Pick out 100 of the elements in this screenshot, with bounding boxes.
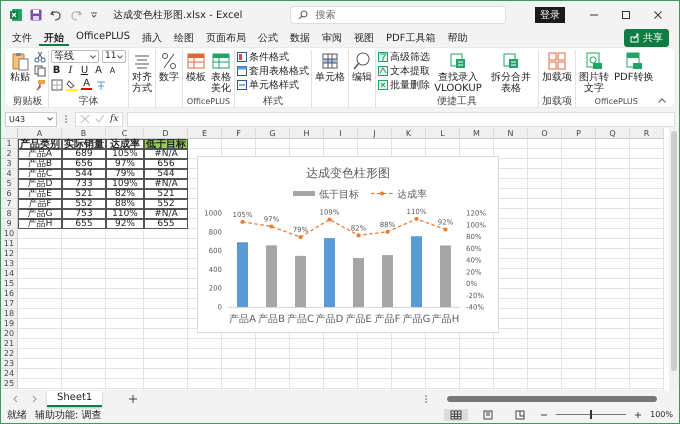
- collapse-ribbon-icon[interactable]: [658, 98, 666, 103]
- tool-menu-button[interactable]: 高级筛选: [378, 50, 430, 63]
- row-header[interactable]: 6: [1, 189, 18, 199]
- tool-button[interactable]: 拆分合并表格: [486, 50, 536, 95]
- borders-icon[interactable]: [51, 78, 63, 90]
- tool-button[interactable]: 查找录入 VLOOKUP: [433, 50, 483, 95]
- row-header[interactable]: 24: [1, 369, 18, 379]
- ribbon-tab[interactable]: 帮助: [442, 30, 472, 46]
- copy-icon[interactable]: [34, 65, 46, 77]
- column-header[interactable]: G: [256, 128, 290, 139]
- row-header[interactable]: 23: [1, 359, 18, 369]
- editing-button[interactable]: 编辑: [351, 50, 373, 84]
- row-header[interactable]: 19: [1, 319, 18, 329]
- ribbon-tab[interactable]: PDF工具箱: [380, 30, 440, 46]
- column-header[interactable]: C: [106, 128, 144, 139]
- ribbon-tab[interactable]: 视图: [348, 30, 379, 46]
- row-header[interactable]: 18: [1, 309, 18, 319]
- italic-button[interactable]: I: [65, 64, 76, 76]
- column-header[interactable]: P: [562, 128, 596, 139]
- row-header[interactable]: 14: [1, 269, 18, 279]
- column-header[interactable]: D: [144, 128, 188, 139]
- row-header[interactable]: 1: [1, 139, 18, 149]
- undo-icon[interactable]: [49, 8, 63, 22]
- share-button[interactable]: 共享: [624, 28, 669, 46]
- accessibility-status[interactable]: 辅助功能: 调查: [35, 408, 102, 422]
- tool-menu-button[interactable]: 批量删除: [378, 78, 430, 91]
- style-menu-button[interactable]: 套用表格格式: [237, 64, 309, 77]
- row-header[interactable]: 3: [1, 159, 18, 169]
- insert-function-button[interactable]: fx: [110, 114, 118, 124]
- ribbon-tab[interactable]: 插入: [136, 30, 167, 46]
- column-header[interactable]: O: [528, 128, 562, 139]
- ribbon-tab[interactable]: 文件: [7, 30, 37, 46]
- tool-menu-button[interactable]: 文本提取: [378, 64, 430, 77]
- row-header[interactable]: 22: [1, 349, 18, 359]
- column-header[interactable]: K: [392, 128, 426, 139]
- column-header[interactable]: M: [460, 128, 494, 139]
- search-field[interactable]: 搜索: [290, 6, 506, 24]
- column-header[interactable]: Q: [596, 128, 630, 139]
- officeplus-button[interactable]: 表格美化: [210, 50, 232, 95]
- column-header[interactable]: A: [18, 128, 62, 139]
- convert-button[interactable]: 图片转文字: [578, 50, 610, 95]
- ribbon-tab[interactable]: 开始: [39, 30, 69, 46]
- row-header[interactable]: 8: [1, 209, 18, 219]
- convert-button[interactable]: PDF转换: [613, 50, 654, 84]
- ribbon-tab[interactable]: 页面布局: [200, 30, 251, 46]
- formula-input[interactable]: [127, 112, 675, 126]
- row-header[interactable]: 16: [1, 289, 18, 299]
- column-header[interactable]: N: [494, 128, 528, 139]
- row-header[interactable]: 21: [1, 339, 18, 349]
- zoom-slider-thumb[interactable]: [590, 410, 592, 419]
- zoom-in-icon[interactable]: [634, 410, 642, 418]
- column-header[interactable]: F: [222, 128, 256, 139]
- row-header[interactable]: 13: [1, 259, 18, 269]
- scissors-icon[interactable]: [34, 51, 46, 63]
- normal-view-icon[interactable]: [444, 408, 468, 420]
- row-header[interactable]: 11: [1, 239, 18, 249]
- font-name-dropdown[interactable]: 等线: [51, 50, 99, 63]
- style-menu-button[interactable]: 单元格样式: [237, 78, 299, 91]
- addins-button[interactable]: 加载项: [541, 50, 573, 84]
- style-menu-button[interactable]: 条件格式: [237, 50, 289, 63]
- decrease-font-button[interactable]: A: [107, 64, 118, 76]
- row-header[interactable]: 4: [1, 169, 18, 179]
- ribbon-tab[interactable]: 审阅: [316, 30, 347, 46]
- officeplus-button[interactable]: 模板: [185, 50, 207, 84]
- name-box[interactable]: U43: [5, 112, 57, 126]
- row-header[interactable]: 9: [1, 219, 18, 229]
- font-size-dropdown[interactable]: 11: [102, 50, 126, 63]
- maximize-icon[interactable]: [621, 10, 631, 20]
- fill-color-icon[interactable]: [66, 78, 78, 90]
- vertical-scrollbar[interactable]: [669, 128, 679, 390]
- alignment-button[interactable]: 对齐方式: [131, 50, 153, 95]
- row-header[interactable]: 2: [1, 149, 18, 159]
- column-header[interactable]: L: [426, 128, 460, 139]
- column-header[interactable]: E: [188, 128, 222, 139]
- sheet-tab[interactable]: Sheet1: [47, 390, 102, 406]
- column-header[interactable]: B: [62, 128, 106, 139]
- customize-toolbar-icon[interactable]: [89, 10, 99, 20]
- paste-button[interactable]: 粘贴: [9, 50, 31, 84]
- column-header[interactable]: H: [290, 128, 324, 139]
- column-header[interactable]: I: [324, 128, 358, 139]
- ribbon-tab[interactable]: 数据: [284, 30, 315, 46]
- login-button[interactable]: 登录: [535, 7, 565, 23]
- ribbon-tab[interactable]: 绘图: [168, 30, 199, 46]
- row-header[interactable]: 10: [1, 229, 18, 239]
- font-color-button[interactable]: A: [81, 79, 92, 90]
- add-sheet-icon[interactable]: [128, 394, 138, 404]
- zoom-level[interactable]: 100%: [650, 410, 673, 419]
- ribbon-tab[interactable]: OfficePLUS: [71, 30, 135, 46]
- row-header[interactable]: 5: [1, 179, 18, 189]
- row-header[interactable]: 20: [1, 329, 18, 339]
- row-header[interactable]: 15: [1, 279, 18, 289]
- ribbon-tab[interactable]: 公式: [252, 30, 283, 46]
- row-header[interactable]: 25: [1, 379, 18, 389]
- underline-button[interactable]: U: [79, 64, 90, 76]
- increase-font-button[interactable]: A: [93, 64, 104, 76]
- row-header[interactable]: 17: [1, 299, 18, 309]
- format-painter-icon[interactable]: [34, 79, 46, 91]
- close-icon[interactable]: [653, 10, 663, 20]
- column-header[interactable]: R: [630, 128, 664, 139]
- save-icon[interactable]: [29, 8, 43, 22]
